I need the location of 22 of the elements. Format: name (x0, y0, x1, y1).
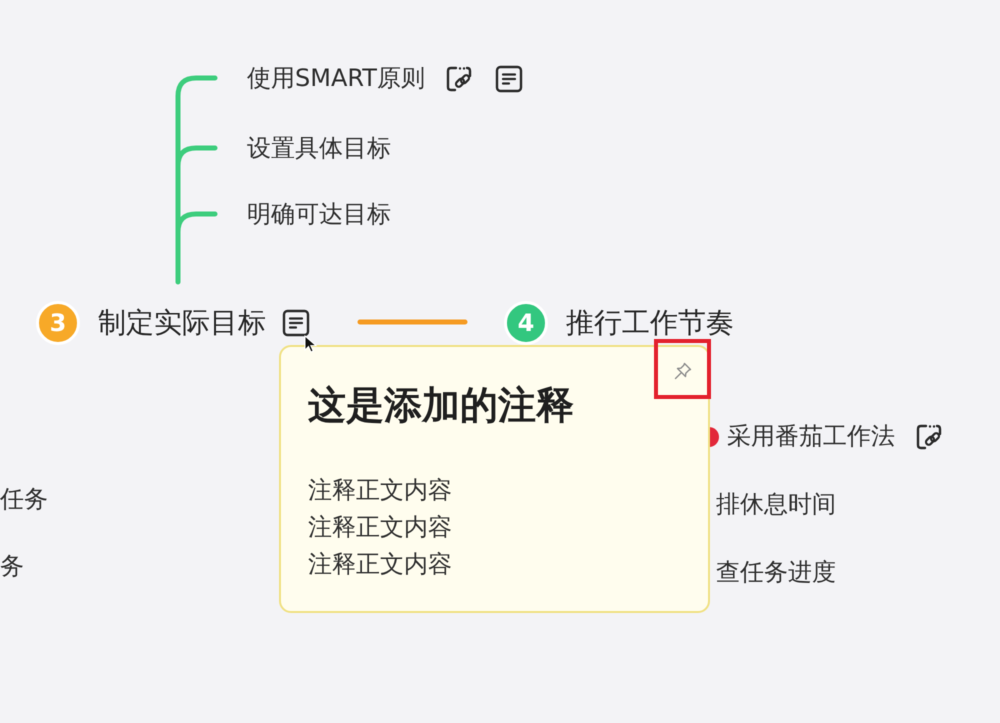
note-title: 这是添加的注释 (308, 382, 575, 428)
link-icon[interactable] (915, 422, 943, 450)
subtopic-label: 使用SMART原则 (247, 64, 425, 93)
subtopic-label: 务 (0, 552, 24, 581)
note-body-line: 注释正文内容 (308, 475, 453, 506)
note-icon[interactable] (494, 64, 523, 92)
subtopic-label: 采用番茄工作法 (727, 422, 895, 451)
subtopic-label: 任务 (0, 485, 48, 514)
note-body-line: 注释正文内容 (308, 549, 453, 580)
subtopic-label: 排休息时间 (716, 490, 836, 519)
topic-label: 制定实际目标 (98, 306, 266, 340)
cursor-icon (304, 335, 318, 353)
topic-number-badge: 3 (36, 301, 80, 345)
topic-label: 推行工作节奏 (566, 306, 734, 340)
topic-number-badge: 4 (504, 301, 548, 345)
subtopic-label: 明确可达目标 (247, 200, 391, 229)
note-body-line: 注释正文内容 (308, 512, 453, 543)
note-icon[interactable] (282, 309, 310, 337)
subtopic-label: 查任务进度 (716, 558, 836, 587)
link-icon[interactable] (444, 64, 473, 92)
pin-icon (674, 362, 692, 380)
subtopic-label: 设置具体目标 (247, 134, 391, 163)
